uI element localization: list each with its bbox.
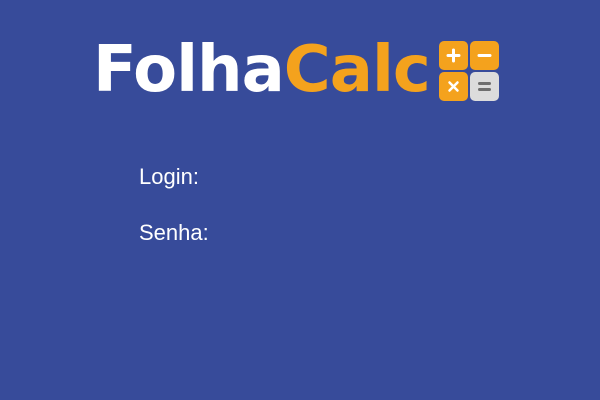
senha-label: Senha: <box>139 220 209 245</box>
logo-text-folha: Folha <box>93 33 285 107</box>
senha-field[interactable] <box>230 217 488 247</box>
logo-text: FolhaCalc <box>93 38 431 102</box>
login-label: Login: <box>139 164 199 189</box>
logo-text-calc: Calc <box>283 33 431 107</box>
calculator-icon <box>439 41 499 101</box>
app-logo: FolhaCalc <box>93 34 431 106</box>
calc-key-equals <box>470 72 499 101</box>
login-field[interactable] <box>230 161 488 191</box>
